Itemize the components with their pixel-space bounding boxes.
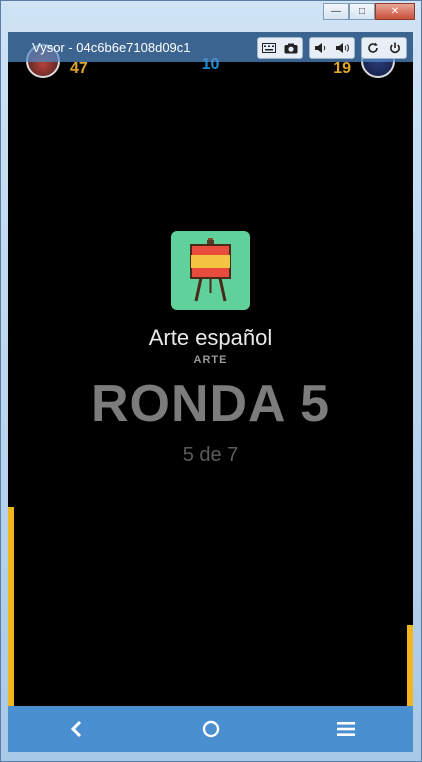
camera-icon[interactable] xyxy=(280,38,302,58)
tool-group-capture xyxy=(257,37,303,59)
window-controls: — □ ✕ xyxy=(323,3,415,20)
phone-screen: 47 10 19 Arte español ARTE RONDA 5 5 de … xyxy=(8,32,413,706)
vysor-toolbar: Vysor - 04c6b6e7108d09c1 xyxy=(8,32,413,62)
timer-bar-right xyxy=(407,625,413,706)
back-icon[interactable] xyxy=(56,709,96,749)
timer-bar-left xyxy=(8,507,14,706)
android-navbar xyxy=(8,706,413,752)
volume-up-icon[interactable] xyxy=(332,38,354,58)
minimize-button[interactable]: — xyxy=(323,3,349,20)
keyboard-icon[interactable] xyxy=(258,38,280,58)
category-subtitle: ARTE xyxy=(193,354,228,366)
rotate-icon[interactable] xyxy=(362,38,384,58)
easel-icon xyxy=(190,238,231,302)
category-title: Arte español xyxy=(148,325,273,350)
round-title: RONDA 5 xyxy=(90,375,331,433)
power-icon[interactable] xyxy=(384,38,406,58)
tool-group-device xyxy=(361,37,407,59)
vysor-title: Vysor - 04c6b6e7108d09c1 xyxy=(32,40,191,55)
category-icon-tile xyxy=(171,231,250,310)
round-progress: 5 de 7 xyxy=(182,444,239,466)
vysor-tools xyxy=(257,37,407,59)
tool-group-volume xyxy=(309,37,355,59)
restore-button[interactable]: □ xyxy=(349,3,375,20)
menu-icon[interactable] xyxy=(326,709,366,749)
volume-down-icon[interactable] xyxy=(310,38,332,58)
player-right-score: 19 xyxy=(333,60,351,77)
home-icon[interactable] xyxy=(191,709,231,749)
close-button[interactable]: ✕ xyxy=(375,3,415,20)
